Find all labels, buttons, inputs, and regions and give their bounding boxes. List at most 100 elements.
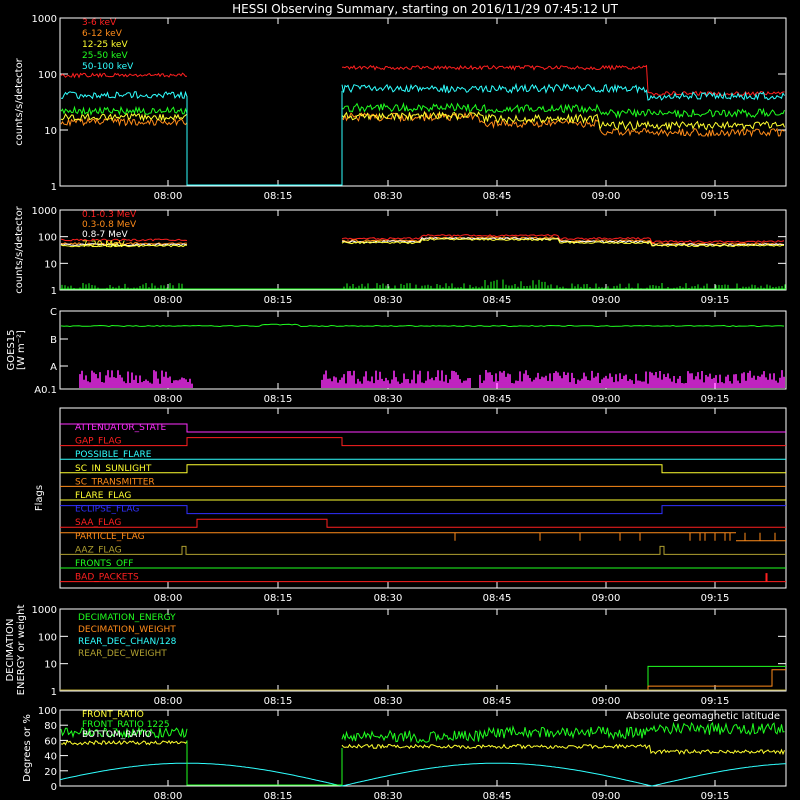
legend-dec-3: REAR_DEC_WEIGHT [78, 649, 167, 659]
flags-xtick-label: 08:15 [264, 593, 293, 604]
goes-xtick-label: 09:00 [592, 394, 621, 405]
flags-frame [59, 407, 787, 589]
decimation-ytick-label: 1000 [32, 605, 57, 616]
high_energy-ytick-label: 1000 [32, 206, 57, 217]
goes-ylabel2: [W m⁻²] [16, 330, 27, 370]
decimation-ylabel: DECIMATION [5, 618, 16, 681]
flag-label-sc-in-sunlight: SC_IN_SUNLIGHT [75, 464, 152, 474]
flags-ylabel: Flags [34, 485, 45, 511]
goes-xtick-label: 08:30 [374, 394, 403, 405]
goes-xtick-label: 08:00 [154, 394, 183, 405]
ratio-xtick-label: 08:00 [154, 791, 183, 800]
ratio-xtick-label: 09:15 [701, 791, 730, 800]
legend-he-white: 0.8-7 MeV [82, 230, 128, 240]
legend-orange: 6-12 keV [82, 29, 123, 39]
series-green-pre [60, 105, 188, 116]
goes-short-channel [79, 370, 785, 388]
high_energy-ytick-label: 10 [44, 259, 57, 270]
legend-dec-0: DECIMATION_ENERGY [78, 613, 176, 623]
legend-he-red: 0.1-0.3 MeV [82, 210, 137, 220]
decimation-xtick-label: 09:15 [701, 696, 730, 707]
goes-ytick-label: B [50, 335, 57, 346]
decimation-xtick-label: 08:15 [264, 696, 293, 707]
flag-label-gap-flag: GAP_FLAG [75, 437, 121, 447]
decimation-ylabel2: ENERGY or weight [16, 605, 27, 696]
figure-svg: HESSI Observing Summary, starting on 201… [5, 2, 787, 800]
lightcurves-ytick-label: 1 [51, 182, 57, 193]
flag-label-sc-transmitter: SC_TRANSMITTER [75, 477, 155, 487]
particle-flag-toggles [454, 532, 776, 541]
legend-red: 3-6 keV [82, 18, 117, 28]
ratio-xtick-label: 08:15 [264, 791, 293, 800]
goes-ytick-label: A0.1 [34, 385, 57, 396]
flag-label-particle-flag: PARTICLE_FLAG [75, 532, 145, 542]
flag-label-possible-flare: POSSIBLE_FLARE [75, 450, 152, 460]
ratio-ytick-label: 40 [44, 752, 57, 763]
decimation-xtick-label: 09:00 [592, 696, 621, 707]
flags-xtick-label: 08:45 [483, 593, 512, 604]
flag-label-fronts-off: FRONTS_OFF [75, 559, 133, 569]
legend-dec-1: DECIMATION_WEIGHT [78, 625, 176, 635]
high_energy-frame [59, 209, 787, 291]
lightcurves-xtick-label: 09:00 [592, 191, 621, 202]
lightcurves-ytick-label: 1000 [32, 14, 57, 25]
flags-xtick-label: 08:30 [374, 593, 403, 604]
legend-yellow: 12-25 keV [82, 40, 128, 50]
goes-frame [59, 310, 787, 390]
ratio-ytick-label: 80 [44, 721, 57, 732]
legend-he-orange: 0.3-0.8 MeV [82, 220, 137, 230]
legend-dec-2: REAR_DEC_CHAN/128 [78, 637, 177, 647]
flag-line-bad-packets [60, 573, 786, 583]
decimation-xtick-label: 08:30 [374, 696, 403, 707]
lightcurves-xtick-label: 08:45 [483, 191, 512, 202]
high_energy-xtick-label: 09:15 [701, 295, 730, 306]
ratio-ylabel: Degrees or % [22, 714, 33, 782]
ratio-xtick-label: 08:30 [374, 791, 403, 800]
goes-ytick-label: A [50, 362, 57, 373]
lightcurves-frame [59, 17, 787, 187]
ratio-xtick-label: 09:00 [592, 791, 621, 800]
geomagnetic-latitude-line [59, 762, 787, 787]
series-green-post [342, 102, 785, 119]
goes-long-channel [60, 323, 785, 328]
goes-xtick-label: 08:45 [483, 394, 512, 405]
figure-title: HESSI Observing Summary, starting on 201… [232, 2, 618, 16]
decimation-ytick-label: 10 [44, 660, 57, 671]
flag-label-eclipse-flag: ECLIPSE_FLAG [75, 505, 139, 515]
lightcurves-xtick-label: 08:30 [374, 191, 403, 202]
flag-line-gap-flag [60, 437, 786, 447]
legend-ratio-1: FRONT_RATIO 1225 [82, 720, 170, 730]
high_energy-ytick-label: 100 [38, 233, 57, 244]
high_energy-xtick-label: 08:30 [374, 295, 403, 306]
ratio-xtick-label: 08:45 [483, 791, 512, 800]
goes-xtick-label: 09:15 [701, 394, 730, 405]
decimation-xtick-label: 08:00 [154, 696, 183, 707]
flag-line-attenuator-state [60, 423, 786, 433]
high_energy-ylabel: counts/s/detector [14, 205, 25, 293]
flag-label-saa-flag: SAA_FLAG [75, 518, 121, 528]
geomagnetic-annotation: Absolute geomagnetic latitude [626, 711, 780, 722]
legend-ratio-2: BOTTOM_RATIO [82, 730, 152, 740]
decimation-ytick-label: 100 [38, 632, 57, 643]
legend-green: 25-50 keV [82, 51, 128, 61]
lightcurves-ytick-label: 10 [44, 126, 57, 137]
goes-xtick-label: 08:15 [264, 394, 293, 405]
lightcurves-ytick-label: 100 [38, 70, 57, 81]
lightcurves-xtick-label: 08:15 [264, 191, 293, 202]
ratio-ytick-label: 100 [38, 706, 57, 717]
he-green-spikes [61, 279, 786, 289]
high_energy-xtick-label: 08:15 [264, 295, 293, 306]
flag-label-flare-flag: FLARE_FLAG [75, 491, 131, 501]
flag-label-attenuator-state: ATTENUATOR_STATE [75, 423, 167, 433]
he-yellow-post [341, 237, 784, 248]
series-cyan-pre [60, 90, 188, 100]
legend-cyan: 50-100 keV [82, 62, 134, 72]
flag-label-bad-packets: BAD_PACKETS [75, 573, 139, 583]
legend-he-yellow: 7-20 MeV [82, 240, 126, 250]
ratio-yellow-pre [60, 739, 188, 746]
lightcurves-ylabel: counts/s/detector [14, 57, 25, 145]
legend-ratio-0: FRONT_RATIO [82, 710, 144, 720]
high_energy-xtick-label: 08:45 [483, 295, 512, 306]
high_energy-xtick-label: 09:00 [592, 295, 621, 306]
ratio-ytick-label: 20 [44, 767, 57, 778]
